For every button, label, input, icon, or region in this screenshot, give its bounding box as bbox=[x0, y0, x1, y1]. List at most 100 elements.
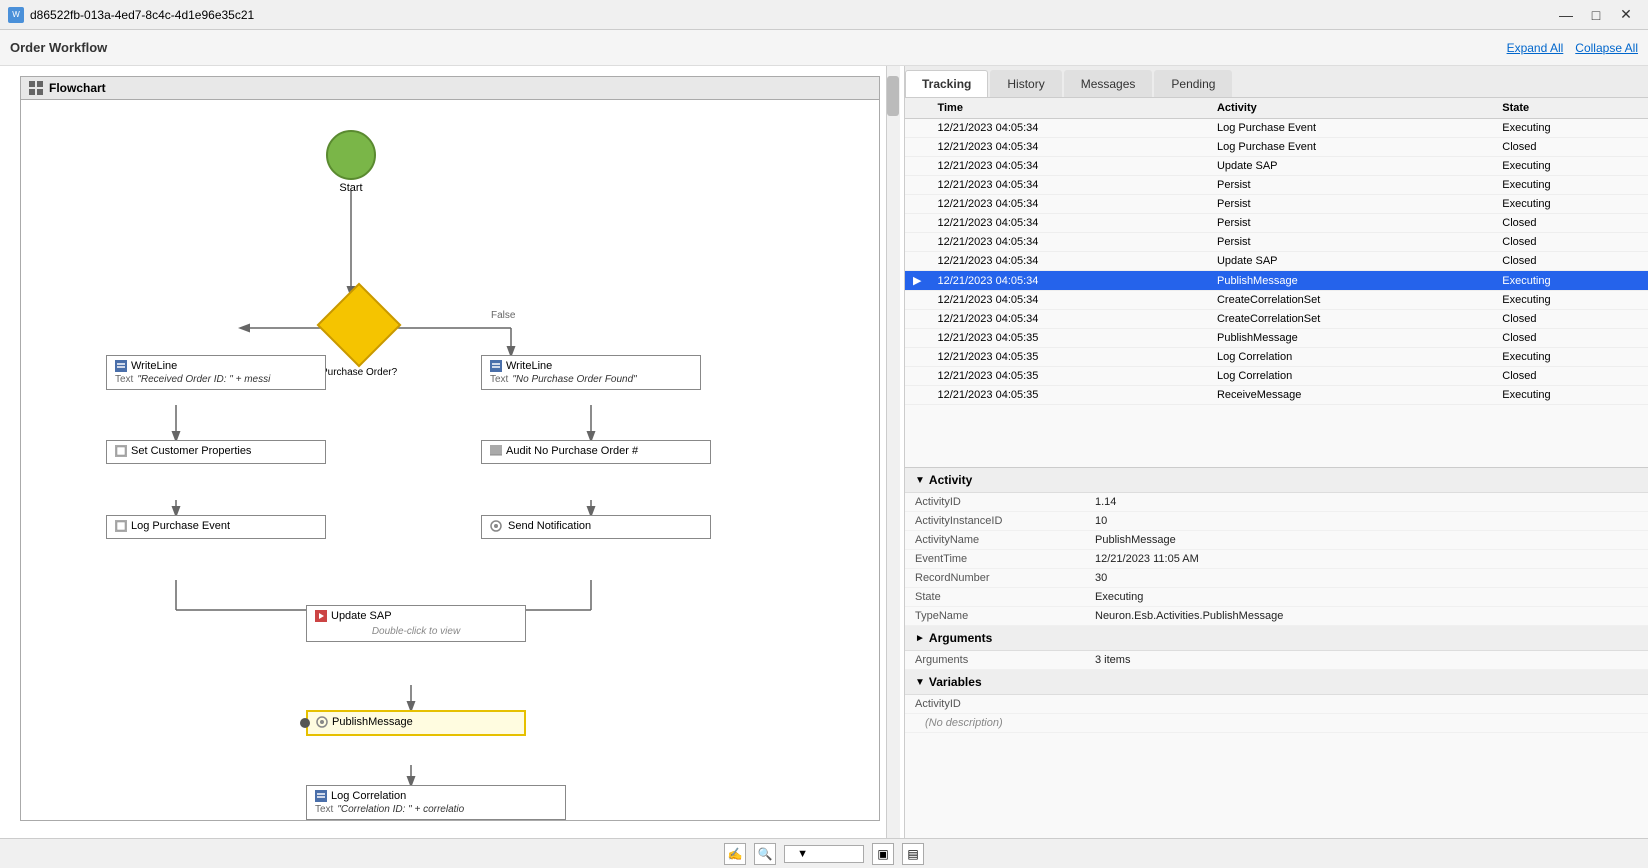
log-purchase-box[interactable]: Log Purchase Event bbox=[106, 515, 326, 539]
row-activity: Persist bbox=[1209, 195, 1494, 214]
row-time: 12/21/2023 04:05:34 bbox=[929, 119, 1209, 138]
set-customer-box[interactable]: Set Customer Properties bbox=[106, 440, 326, 464]
content-area: Flowchart bbox=[0, 66, 1648, 838]
row-activity: CreateCorrelationSet bbox=[1209, 310, 1494, 329]
writeline2-box[interactable]: WriteLine Text "No Purchase Order Found" bbox=[481, 355, 701, 390]
expand-all-button[interactable]: Expand All bbox=[1507, 41, 1564, 55]
table-row[interactable]: 12/21/2023 04:05:34Log Purchase EventExe… bbox=[905, 119, 1648, 138]
start-node[interactable]: Start bbox=[326, 130, 376, 194]
variable-desc: (No description) bbox=[925, 717, 1638, 729]
table-row[interactable]: 12/21/2023 04:05:34Update SAPExecuting bbox=[905, 157, 1648, 176]
table-row[interactable]: 12/21/2023 04:05:35PublishMessageClosed bbox=[905, 329, 1648, 348]
writeline1-box[interactable]: WriteLine Text "Received Order ID: " + m… bbox=[106, 355, 326, 390]
row-time: 12/21/2023 04:05:34 bbox=[929, 291, 1209, 310]
row-activity: PublishMessage bbox=[1209, 271, 1494, 291]
prop-value: 12/21/2023 11:05 AM bbox=[1095, 553, 1638, 565]
variable-value bbox=[1095, 698, 1638, 710]
row-indicator bbox=[905, 367, 929, 386]
variable-desc-row: (No description) bbox=[905, 714, 1648, 733]
prop-value: Neuron.Esb.Activities.PublishMessage bbox=[1095, 610, 1638, 622]
writeline2-prop-value: "No Purchase Order Found" bbox=[512, 374, 636, 385]
prop-value: 10 bbox=[1095, 515, 1638, 527]
send-notification-icon bbox=[490, 520, 504, 532]
row-indicator bbox=[905, 195, 929, 214]
properties-panel: ▼ Activity ActivityID1.14ActivityInstanc… bbox=[905, 468, 1648, 838]
table-row[interactable]: 12/21/2023 04:05:35Log CorrelationClosed bbox=[905, 367, 1648, 386]
fit-icon[interactable]: ▣ bbox=[872, 843, 894, 865]
flowchart-body: False Start Purchase Order? bbox=[21, 100, 879, 820]
log-correlation-prop-value: "Correlation ID: " + correlatio bbox=[337, 804, 464, 815]
start-circle bbox=[326, 130, 376, 180]
maximize-button[interactable]: □ bbox=[1582, 5, 1610, 25]
row-activity: Persist bbox=[1209, 176, 1494, 195]
row-time: 12/21/2023 04:05:35 bbox=[929, 367, 1209, 386]
row-activity: Log Purchase Event bbox=[1209, 119, 1494, 138]
row-indicator bbox=[905, 386, 929, 405]
arguments-section-header[interactable]: ► Arguments bbox=[905, 626, 1648, 651]
prop-row: RecordNumber30 bbox=[905, 569, 1648, 588]
close-button[interactable]: ✕ bbox=[1612, 5, 1640, 25]
tab-bar: Tracking History Messages Pending bbox=[905, 66, 1648, 98]
connector-dot bbox=[300, 718, 310, 728]
row-state: Closed bbox=[1494, 310, 1648, 329]
prop-row: StateExecuting bbox=[905, 588, 1648, 607]
variables-section-header[interactable]: ▼ Variables bbox=[905, 670, 1648, 695]
row-time: 12/21/2023 04:05:35 bbox=[929, 348, 1209, 367]
overview-icon[interactable]: ▤ bbox=[902, 843, 924, 865]
table-row[interactable]: 12/21/2023 04:05:34PersistExecuting bbox=[905, 195, 1648, 214]
row-state: Executing bbox=[1494, 195, 1648, 214]
tab-messages[interactable]: Messages bbox=[1064, 70, 1153, 97]
table-row[interactable]: 12/21/2023 04:05:34PersistClosed bbox=[905, 233, 1648, 252]
update-sap-box[interactable]: Update SAP Double-click to view bbox=[306, 605, 526, 642]
diagram-scrollbar[interactable] bbox=[886, 66, 900, 838]
variable-key: ActivityID bbox=[915, 698, 1095, 710]
table-row[interactable]: 12/21/2023 04:05:34CreateCorrelationSetC… bbox=[905, 310, 1648, 329]
writeline2-prop-label: Text bbox=[490, 374, 508, 385]
row-time: 12/21/2023 04:05:34 bbox=[929, 233, 1209, 252]
tab-history[interactable]: History bbox=[990, 70, 1061, 97]
row-indicator bbox=[905, 348, 929, 367]
tab-tracking[interactable]: Tracking bbox=[905, 70, 988, 97]
search-icon[interactable]: 🔍 bbox=[754, 843, 776, 865]
writeline1-label: WriteLine bbox=[131, 360, 177, 372]
tab-pending[interactable]: Pending bbox=[1154, 70, 1232, 97]
prop-row: TypeNameNeuron.Esb.Activities.PublishMes… bbox=[905, 607, 1648, 626]
hand-icon[interactable]: ✍ bbox=[724, 843, 746, 865]
row-state: Executing bbox=[1494, 386, 1648, 405]
row-time: 12/21/2023 04:05:34 bbox=[929, 157, 1209, 176]
row-activity: ReceiveMessage bbox=[1209, 386, 1494, 405]
table-row[interactable]: 12/21/2023 04:05:34PersistClosed bbox=[905, 214, 1648, 233]
toolbar-actions: Expand All Collapse All bbox=[1507, 41, 1638, 55]
publish-message-box[interactable]: PublishMessage bbox=[306, 710, 526, 736]
diagram-area: Flowchart bbox=[0, 66, 905, 838]
log-correlation-box[interactable]: Log Correlation Text "Correlation ID: " … bbox=[306, 785, 566, 820]
row-indicator bbox=[905, 138, 929, 157]
prop-key: State bbox=[915, 591, 1095, 603]
table-row[interactable]: 12/21/2023 04:05:34CreateCorrelationSetE… bbox=[905, 291, 1648, 310]
decision-diamond[interactable]: Purchase Order? bbox=[321, 295, 397, 378]
tracking-scroll[interactable]: Time Activity State 12/21/2023 04:05:34L… bbox=[905, 98, 1648, 405]
row-time: 12/21/2023 04:05:34 bbox=[929, 195, 1209, 214]
row-time: 12/21/2023 04:05:34 bbox=[929, 252, 1209, 271]
audit-box[interactable]: Audit No Purchase Order # bbox=[481, 440, 711, 464]
arguments-chevron: ► bbox=[915, 633, 925, 644]
activity-section-header[interactable]: ▼ Activity bbox=[905, 468, 1648, 493]
table-row[interactable]: 12/21/2023 04:05:34Update SAPClosed bbox=[905, 252, 1648, 271]
col-state: State bbox=[1494, 98, 1648, 119]
prop-value: PublishMessage bbox=[1095, 534, 1638, 546]
collapse-all-button[interactable]: Collapse All bbox=[1575, 41, 1638, 55]
minimize-button[interactable]: — bbox=[1552, 5, 1580, 25]
prop-key: ActivityInstanceID bbox=[915, 515, 1095, 527]
table-row[interactable]: 12/21/2023 04:05:35Log CorrelationExecut… bbox=[905, 348, 1648, 367]
table-row[interactable]: 12/21/2023 04:05:35ReceiveMessageExecuti… bbox=[905, 386, 1648, 405]
row-state: Executing bbox=[1494, 176, 1648, 195]
row-activity: Update SAP bbox=[1209, 157, 1494, 176]
status-bar: ✍ 🔍 ▼ ▣ ▤ bbox=[0, 838, 1648, 868]
table-row[interactable]: 12/21/2023 04:05:34PersistExecuting bbox=[905, 176, 1648, 195]
table-row[interactable]: ▶12/21/2023 04:05:34PublishMessageExecut… bbox=[905, 271, 1648, 291]
diagram-scroll[interactable]: Flowchart bbox=[0, 66, 904, 838]
table-row[interactable]: 12/21/2023 04:05:34Log Purchase EventClo… bbox=[905, 138, 1648, 157]
zoom-dropdown[interactable]: ▼ bbox=[784, 845, 864, 863]
send-notification-box[interactable]: Send Notification bbox=[481, 515, 711, 539]
writeline2-icon bbox=[490, 360, 502, 372]
